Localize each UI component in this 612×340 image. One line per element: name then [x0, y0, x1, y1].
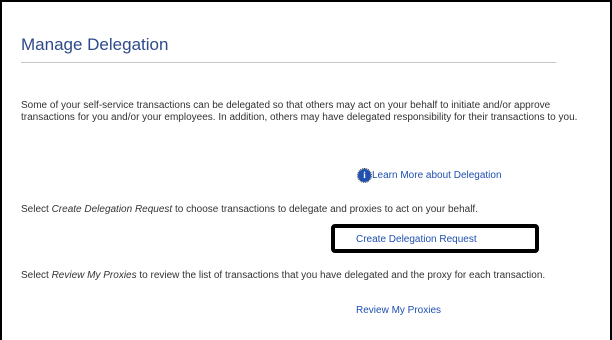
create-suffix: to choose transactions to delegate and p… [172, 204, 478, 215]
learn-more-link[interactable]: i Learn More about Delegation [357, 168, 502, 183]
review-suffix: to review the list of transactions that … [136, 270, 546, 281]
create-term: Create Delegation Request [51, 204, 173, 215]
create-instruction: Select Create Delegation Request to choo… [21, 204, 611, 216]
review-term: Review My Proxies [51, 270, 137, 281]
review-prefix: Select [21, 270, 52, 281]
page-frame: Manage Delegation Some of your self-serv… [0, 0, 612, 340]
create-prefix: Select [21, 204, 52, 215]
info-icon: i [357, 168, 372, 183]
review-my-proxies-link[interactable]: Review My Proxies [356, 305, 441, 316]
title-divider [21, 62, 556, 63]
review-instruction: Select Review My Proxies to review the l… [21, 270, 596, 282]
page-title: Manage Delegation [21, 35, 169, 54]
create-delegation-request-link[interactable]: Create Delegation Request [356, 234, 477, 245]
intro-text: Some of your self-service transactions c… [21, 100, 578, 123]
learn-more-label: Learn More about Delegation [372, 170, 502, 181]
